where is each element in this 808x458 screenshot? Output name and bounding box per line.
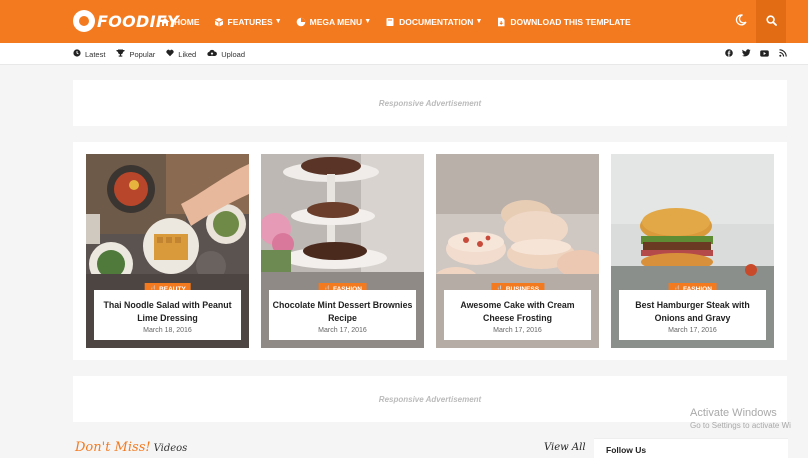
file-download-icon xyxy=(496,17,506,27)
ad-slot-top: Responsive Advertisement xyxy=(73,80,787,126)
link-label: Upload xyxy=(221,49,246,59)
book-icon xyxy=(385,17,395,27)
link-label: Latest xyxy=(85,49,106,59)
link-label: Liked xyxy=(178,49,197,59)
facebook-icon[interactable] xyxy=(724,49,733,59)
rss-icon[interactable] xyxy=(778,49,787,59)
post-title[interactable]: Best Hamburger Steak with Onions and Gra… xyxy=(619,299,766,325)
nav-label: FEATURES xyxy=(227,16,273,27)
cube-icon xyxy=(214,17,224,27)
top-navbar: FOODIFY HOME FEATURES ▼ MEGA MENU ▼ DOCU… xyxy=(0,0,808,43)
secondary-bar: Latest Popular Liked Upload xyxy=(0,43,808,65)
post-caption: Best Hamburger Steak with Onions and Gra… xyxy=(619,290,766,340)
social-links xyxy=(724,43,796,65)
home-icon xyxy=(160,17,170,27)
featured-posts: 🍴 BEAUTY Thai Noodle Salad with Peanut L… xyxy=(73,142,787,360)
post-title[interactable]: Thai Noodle Salad with Peanut Lime Dress… xyxy=(94,299,241,325)
nav-item-download[interactable]: DOWNLOAD THIS TEMPLATE xyxy=(496,16,631,27)
trophy-icon xyxy=(116,49,125,59)
nav-label: DOCUMENTATION xyxy=(399,16,474,27)
clock-icon xyxy=(73,49,81,59)
chevron-down-icon: ▼ xyxy=(364,18,372,25)
quick-links: Latest Popular Liked Upload xyxy=(73,43,256,65)
section-subtitle: Videos xyxy=(153,443,188,454)
featured-card[interactable]: 🍴 BUSINESS Awesome Cake with Cream Chees… xyxy=(436,154,599,348)
nav-label: DOWNLOAD THIS TEMPLATE xyxy=(510,16,631,27)
twitter-icon[interactable] xyxy=(742,49,751,59)
moon-icon[interactable] xyxy=(734,14,748,28)
view-all-link[interactable]: View All xyxy=(544,442,586,453)
ad-label: Responsive Advertisement xyxy=(378,394,482,404)
link-latest[interactable]: Latest xyxy=(73,49,105,59)
post-date: March 18, 2016 xyxy=(143,327,192,334)
heart-icon xyxy=(166,49,174,59)
post-title[interactable]: Awesome Cake with Cream Cheese Frosting xyxy=(444,299,591,325)
featured-card[interactable]: 🍴 BEAUTY Thai Noodle Salad with Peanut L… xyxy=(86,154,249,348)
featured-card[interactable]: 🍴 FASHION Chocolate Mint Dessert Brownie… xyxy=(261,154,424,348)
post-date: March 17, 2016 xyxy=(318,327,367,334)
nav-label: HOME xyxy=(174,16,200,27)
youtube-icon[interactable] xyxy=(760,49,769,59)
watermark-subtitle: Go to Settings to activate Wi xyxy=(690,421,791,430)
ad-label: Responsive Advertisement xyxy=(378,98,482,108)
widget-title: Follow Us xyxy=(606,445,647,455)
nav-item-documentation[interactable]: DOCUMENTATION ▼ xyxy=(385,17,482,27)
cloud-upload-icon xyxy=(207,49,218,59)
post-date: March 17, 2016 xyxy=(668,327,717,334)
nav-item-home[interactable]: HOME xyxy=(160,17,200,27)
post-caption: Thai Noodle Salad with Peanut Lime Dress… xyxy=(94,290,241,340)
section-title: Don't Miss! xyxy=(75,440,151,455)
logo-icon xyxy=(73,10,95,32)
link-label: Popular xyxy=(129,49,156,59)
ad-slot-middle: Responsive Advertisement xyxy=(73,376,787,422)
section-heading: Don't Miss! Videos xyxy=(75,440,187,455)
post-caption: Chocolate Mint Dessert Brownies Recipe M… xyxy=(269,290,416,340)
post-title[interactable]: Chocolate Mint Dessert Brownies Recipe xyxy=(269,299,416,325)
chevron-down-icon: ▼ xyxy=(475,18,483,25)
chevron-down-icon: ▼ xyxy=(274,18,282,25)
search-icon xyxy=(765,13,777,31)
nav-item-mega-menu[interactable]: MEGA MENU ▼ xyxy=(296,16,372,27)
post-date: March 17, 2016 xyxy=(493,327,542,334)
follow-us-widget: Follow Us xyxy=(594,438,788,458)
windows-activation-watermark: Activate Windows Go to Settings to activ… xyxy=(690,407,791,430)
search-button[interactable] xyxy=(756,0,786,43)
watermark-title: Activate Windows xyxy=(690,407,777,419)
link-popular[interactable]: Popular xyxy=(116,49,155,59)
pie-chart-icon xyxy=(296,17,306,27)
nav-label: MEGA MENU xyxy=(309,16,363,27)
post-caption: Awesome Cake with Cream Cheese Frosting … xyxy=(444,290,591,340)
link-liked[interactable]: Liked xyxy=(166,49,196,59)
nav-item-features[interactable]: FEATURES ▼ xyxy=(214,17,282,27)
link-upload[interactable]: Upload xyxy=(207,49,245,59)
main-nav: HOME FEATURES ▼ MEGA MENU ▼ DOCUMENTATIO… xyxy=(160,0,645,43)
featured-card[interactable]: 🍴 FASHION Best Hamburger Steak with Onio… xyxy=(611,154,774,348)
